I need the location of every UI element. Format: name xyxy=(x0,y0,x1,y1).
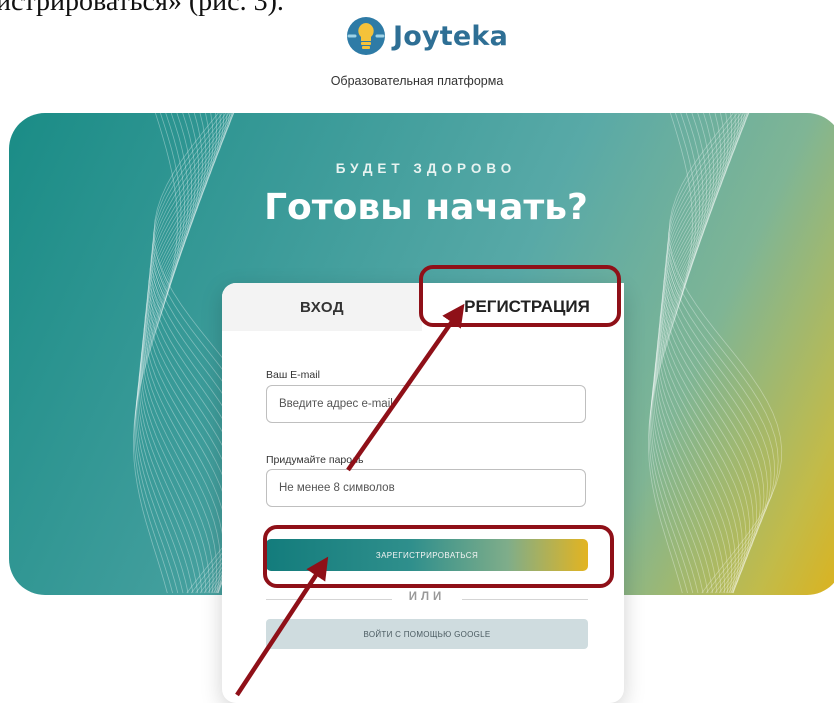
email-label: Ваш E-mail xyxy=(266,369,320,381)
wave-line xyxy=(143,113,225,594)
or-divider-label: ИЛИ xyxy=(392,591,462,603)
tab-login[interactable]: ВХОД xyxy=(222,283,422,331)
lightbulb-logo-icon xyxy=(347,17,385,55)
annotation-box-register-button xyxy=(263,525,614,588)
annotation-box-register-tab xyxy=(419,265,621,327)
hero-overline: БУДЕТ ЗДОРОВО xyxy=(335,161,517,176)
hero-headline: Готовы начать? xyxy=(264,187,588,228)
password-label: Придумайте пароль xyxy=(266,454,364,466)
logo-text: Joyteka xyxy=(393,20,508,52)
tagline: Образовательная платформа xyxy=(330,74,504,88)
password-field[interactable] xyxy=(266,469,586,507)
wave-line xyxy=(659,113,743,594)
joyteka-logo[interactable]: Joyteka xyxy=(346,16,508,56)
google-login-button[interactable]: ВОЙТИ С ПОМОЩЬЮ GOOGLE xyxy=(266,619,588,649)
document-caption-text: истрироваться» (рис. 3). xyxy=(0,0,284,17)
wave-line xyxy=(658,113,740,594)
wave-line xyxy=(663,113,761,594)
wave-line xyxy=(144,113,228,594)
auth-card: ВХОД РЕГИСТРАЦИЯ Ваш E-mail Придумайте п… xyxy=(222,283,624,703)
email-field[interactable] xyxy=(266,385,586,423)
